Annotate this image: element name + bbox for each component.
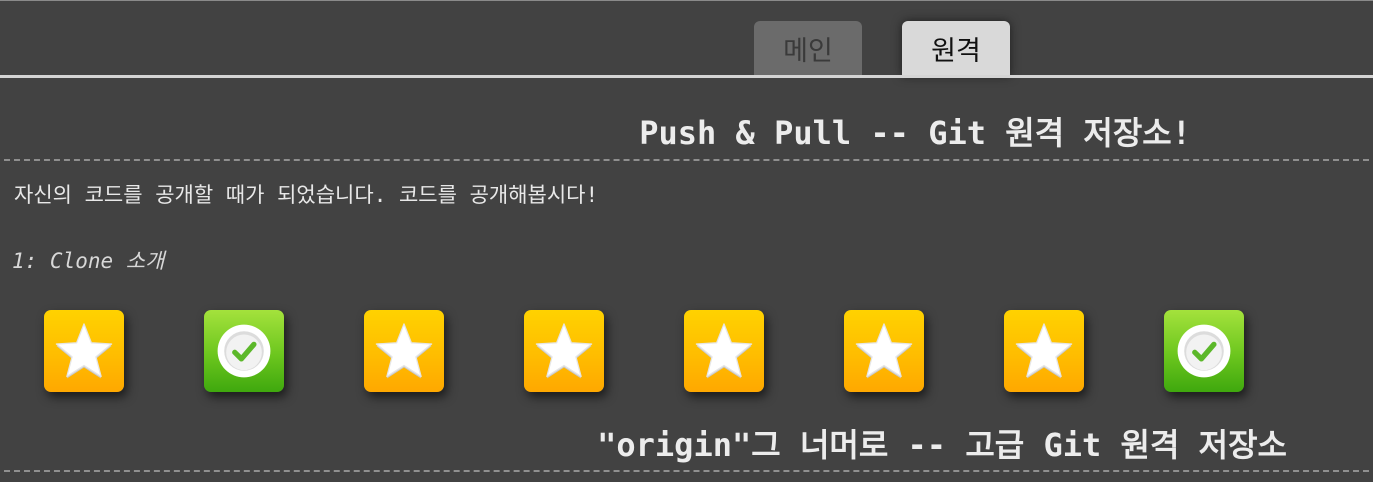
star-icon xyxy=(855,323,913,379)
page: 메인 원격 Push & Pull -- Git 원격 저장소! 자신의 코드를… xyxy=(0,0,1373,482)
section-divider xyxy=(4,470,1369,472)
section-divider xyxy=(4,159,1369,161)
tab-bar: 메인 원격 xyxy=(0,0,1373,78)
check-icon xyxy=(217,324,271,378)
current-level-label: 1: Clone 소개 xyxy=(12,249,165,273)
tab-main[interactable]: 메인 xyxy=(754,21,862,76)
section-title-beyond-origin: "origin"그 너머로 -- 고급 Git 원격 저장소 xyxy=(597,426,1287,464)
level-button-5[interactable] xyxy=(684,310,764,392)
star-icon xyxy=(55,323,113,379)
level-button-4[interactable] xyxy=(524,310,604,392)
level-button-8[interactable] xyxy=(1164,310,1244,392)
level-button-1[interactable] xyxy=(44,310,124,392)
tab-underline xyxy=(0,75,1373,78)
level-list xyxy=(0,310,1373,392)
section-description: 자신의 코드를 공개할 때가 되었습니다. 코드를 공개해봅시다! xyxy=(14,183,599,207)
tab-remote[interactable]: 원격 xyxy=(902,21,1010,76)
level-button-3[interactable] xyxy=(364,310,444,392)
level-button-6[interactable] xyxy=(844,310,924,392)
level-button-7[interactable] xyxy=(1004,310,1084,392)
check-icon xyxy=(1177,324,1231,378)
star-icon xyxy=(535,323,593,379)
star-icon xyxy=(695,323,753,379)
section-title-push-pull: Push & Pull -- Git 원격 저장소! xyxy=(639,114,1191,152)
star-icon xyxy=(375,323,433,379)
star-icon xyxy=(1015,323,1073,379)
level-button-2[interactable] xyxy=(204,310,284,392)
